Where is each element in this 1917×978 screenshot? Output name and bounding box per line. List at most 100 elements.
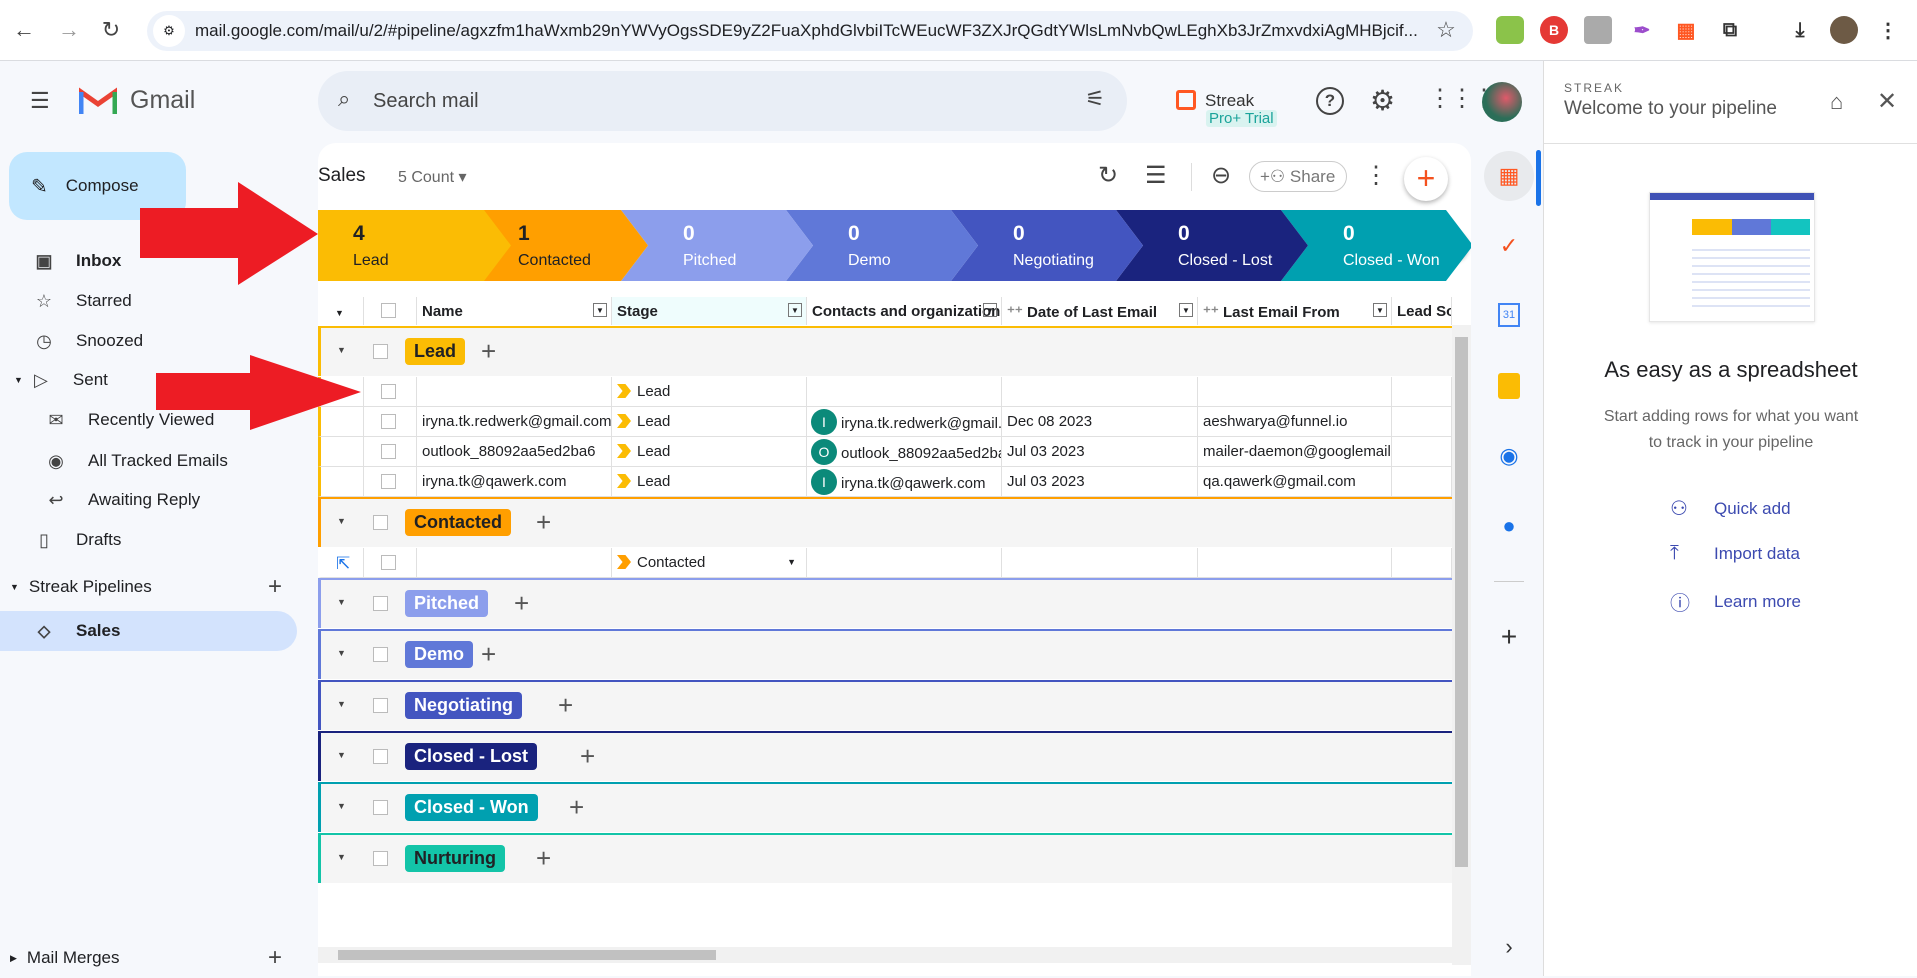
lead-source-cell[interactable] [1392, 548, 1452, 578]
date-cell[interactable]: Dec 08 2023 [1002, 407, 1198, 437]
column-menu-icon[interactable]: ▼ [983, 303, 997, 317]
add-pipeline-icon[interactable]: + [268, 573, 282, 601]
sidebar-item-inbox[interactable]: ▣ Inbox [0, 241, 297, 281]
settings-gear-icon[interactable]: ⚙ [1370, 84, 1395, 117]
close-icon[interactable]: ✕ [1877, 87, 1897, 116]
column-header[interactable]: Lead Source [1392, 297, 1452, 325]
add-row-icon[interactable]: + [536, 507, 551, 538]
sidebar-item-awaiting-reply[interactable]: ↩ Awaiting Reply [0, 480, 297, 520]
column-menu-icon[interactable]: ▼ [1373, 303, 1387, 317]
row-checkbox-cell[interactable] [364, 548, 417, 578]
column-header[interactable]: Contacts and organizations ▼ [807, 297, 1002, 325]
add-row-icon[interactable]: + [514, 588, 529, 619]
refresh-icon[interactable]: ↻ [1098, 161, 1118, 190]
collapse-group-icon[interactable]: ▼ [337, 516, 346, 526]
column-menu-icon[interactable]: ▼ [1179, 303, 1193, 317]
row-checkbox[interactable] [381, 444, 396, 459]
column-header[interactable]: Stage ▼ [612, 297, 807, 325]
collapse-all-toggle[interactable]: ▼ [318, 297, 364, 325]
column-menu-icon[interactable]: ▼ [593, 303, 607, 317]
group-checkbox[interactable] [373, 749, 388, 764]
row-checkbox-cell[interactable] [364, 467, 417, 497]
add-addon-icon[interactable]: + [1479, 612, 1539, 662]
lead-source-cell[interactable] [1392, 377, 1452, 407]
lead-source-cell[interactable] [1392, 407, 1452, 437]
forward-icon[interactable]: → [53, 14, 85, 46]
stage-demo[interactable]: 0 Demo [786, 210, 978, 281]
stage-pitched[interactable]: 0 Pitched [621, 210, 813, 281]
extensions-puzzle-icon[interactable]: ⧉ [1716, 16, 1744, 44]
name-cell[interactable]: iryna.tk.redwerk@gmail.com [417, 407, 612, 437]
row-checkbox[interactable] [381, 555, 396, 570]
select-all-checkbox-cell[interactable] [364, 297, 417, 325]
search-input[interactable]: ⌕ Search mail ⚟ [318, 71, 1127, 131]
sidebar-item-all-tracked-emails[interactable]: ◉ All Tracked Emails [0, 441, 297, 481]
extension-touch-icon[interactable] [1584, 16, 1612, 44]
row-checkbox[interactable] [381, 474, 396, 489]
caret-right-icon[interactable]: ▶ [10, 953, 17, 964]
row-handle[interactable] [321, 467, 364, 497]
account-avatar[interactable] [1482, 82, 1522, 122]
column-header[interactable]: ⁺⁺ Date of Last Email ▼ [1002, 297, 1198, 325]
streak-logo-icon[interactable] [1176, 90, 1196, 110]
browser-menu-icon[interactable]: ⋮ [1874, 16, 1902, 44]
main-menu-icon[interactable]: ☰ [30, 88, 50, 114]
add-row-icon[interactable]: + [481, 639, 496, 670]
column-header[interactable]: ⁺⁺ Last Email From ▼ [1198, 297, 1392, 325]
sidebar-item-drafts[interactable]: ▯ Drafts [0, 520, 297, 560]
extension-camera-icon[interactable] [1496, 16, 1524, 44]
row-handle[interactable] [321, 437, 364, 467]
row-checkbox[interactable] [381, 384, 396, 399]
learn-more-link[interactable]: ⓘ Learn more [1670, 587, 1801, 616]
group-checkbox[interactable] [373, 515, 388, 530]
sidebar-item-starred[interactable]: ☆ Starred [0, 281, 297, 321]
bookmark-star-icon[interactable]: ☆ [1430, 14, 1462, 46]
row-checkbox[interactable] [381, 414, 396, 429]
contacts-icon[interactable]: ● [1479, 501, 1539, 551]
date-cell[interactable] [1002, 548, 1198, 578]
profile-avatar[interactable] [1830, 16, 1858, 44]
scrollbar-thumb[interactable] [338, 950, 716, 960]
date-cell[interactable]: Jul 03 2023 [1002, 437, 1198, 467]
row-checkbox-cell[interactable] [364, 407, 417, 437]
stage-negotiating[interactable]: 0 Negotiating [951, 210, 1143, 281]
collapse-group-icon[interactable]: ▼ [337, 597, 346, 607]
scrollbar-thumb[interactable] [1455, 337, 1468, 867]
stage-cell[interactable]: Lead [612, 407, 807, 437]
download-icon[interactable]: ⤓ [1786, 16, 1814, 44]
group-checkbox[interactable] [373, 596, 388, 611]
row-checkbox-cell[interactable] [364, 377, 417, 407]
name-cell[interactable]: outlook_88092aa5ed2ba6 [417, 437, 612, 467]
stage-cell[interactable]: Contacted ▼ [612, 548, 807, 578]
last-email-from-cell[interactable]: aeshwarya@funnel.io [1198, 407, 1392, 437]
stage-cell[interactable]: Lead [612, 437, 807, 467]
last-email-from-cell[interactable] [1198, 377, 1392, 407]
contact-cell[interactable]: Ooutlook_88092aa5ed2ba6 [807, 437, 1002, 467]
table-row[interactable]: iryna.tk@qawerk.com Lead Iiryna.tk@qawer… [318, 467, 1452, 497]
group-checkbox[interactable] [373, 647, 388, 662]
add-row-icon[interactable]: + [558, 690, 573, 721]
search-options-icon[interactable]: ⚟ [1085, 86, 1105, 112]
add-row-icon[interactable]: + [580, 741, 595, 772]
stage-closed-won[interactable]: 0 Closed - Won [1281, 210, 1471, 281]
count-dropdown[interactable]: 5 Count ▾ [398, 167, 467, 187]
add-box-button[interactable]: + [1404, 157, 1448, 201]
home-icon[interactable]: ⌂ [1830, 89, 1843, 115]
lead-source-cell[interactable] [1392, 467, 1452, 497]
link-icon[interactable]: ⊖ [1211, 161, 1231, 190]
lead-source-cell[interactable] [1392, 437, 1452, 467]
contact-cell[interactable]: Iiryna.tk.redwerk@gmail.com [807, 407, 1002, 437]
name-cell[interactable] [417, 548, 612, 578]
extension-streak-icon[interactable]: ▦ [1672, 16, 1700, 44]
add-row-icon[interactable]: + [536, 843, 551, 874]
name-cell[interactable] [417, 377, 612, 407]
contact-cell[interactable] [807, 377, 1002, 407]
help-icon[interactable]: ? [1316, 87, 1344, 115]
mail-merges-header[interactable]: ▶ Mail Merges + [0, 938, 297, 978]
collapse-panel-icon[interactable]: › [1479, 922, 1539, 972]
sidebar-item-sent[interactable]: ▼ ▷ Sent [0, 360, 297, 400]
reload-icon[interactable]: ↻ [95, 14, 127, 46]
stage-closed-lost[interactable]: 0 Closed - Lost [1116, 210, 1308, 281]
collapse-group-icon[interactable]: ▼ [337, 750, 346, 760]
select-all-checkbox[interactable] [381, 303, 396, 318]
